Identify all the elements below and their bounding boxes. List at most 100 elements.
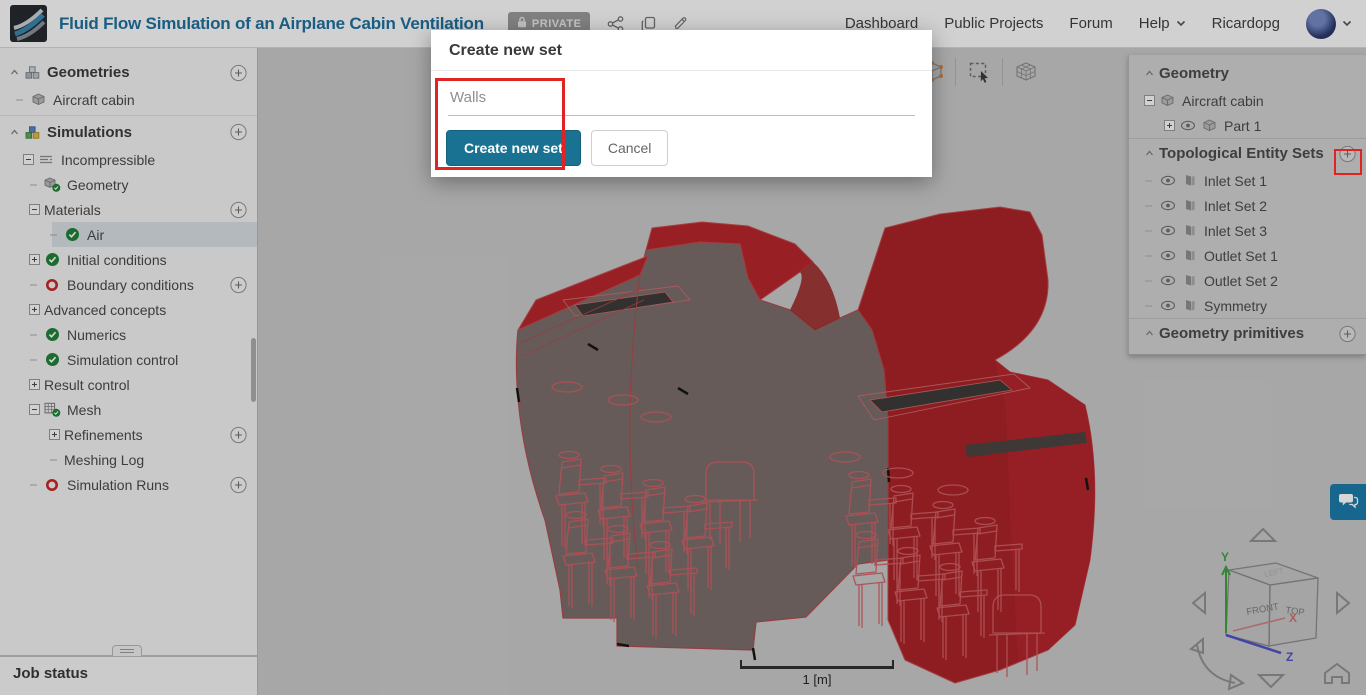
box-select-icon[interactable] — [965, 58, 993, 86]
check-icon — [42, 352, 62, 367]
chat-button[interactable] — [1330, 484, 1366, 520]
add-button[interactable] — [230, 476, 247, 493]
dash-expander — [1141, 175, 1157, 186]
panel-section-geometry: Geometry Aircraft cabin Part 1 — [1129, 59, 1366, 138]
tree-item-numerics[interactable]: Numerics — [0, 322, 257, 347]
tree-item-label: Boundary conditions — [67, 276, 194, 293]
plus-expander[interactable] — [26, 254, 42, 265]
simulation-tree-panel: Geometries Aircraft cabin Simulations Incom… — [0, 48, 258, 656]
scene-item-label: Inlet Set 3 — [1204, 222, 1268, 239]
dash-expander — [46, 454, 62, 465]
section-header-topological-entity-sets[interactable]: Topological Entity Sets — [1129, 139, 1366, 168]
eye-icon[interactable] — [1177, 120, 1199, 131]
scene-item-inlet-set-3[interactable]: Inlet Set 3 — [1129, 218, 1366, 243]
tree-item-simulations[interactable]: Simulations — [0, 115, 257, 147]
tree-item-geometries[interactable]: Geometries — [0, 58, 257, 87]
add-button[interactable] — [230, 64, 247, 81]
tree-item-boundary-conditions[interactable]: Boundary conditions — [0, 272, 257, 297]
eye-icon[interactable] — [1157, 275, 1179, 286]
layers-icon — [1179, 274, 1199, 287]
scene-item-label: Inlet Set 1 — [1204, 172, 1268, 189]
tree-scrollbar[interactable] — [251, 338, 256, 402]
toolbar-separator — [1002, 58, 1003, 86]
add-set-button[interactable] — [1339, 325, 1356, 342]
tree-item-refinements[interactable]: Refinements — [0, 422, 257, 447]
scene-item-symmetry[interactable]: Symmetry — [1129, 293, 1366, 318]
cancel-button[interactable]: Cancel — [590, 130, 669, 166]
tree-item-result-control[interactable]: Result control — [0, 372, 257, 397]
tree-item-aircraft-cabin[interactable]: Aircraft cabin — [0, 87, 257, 112]
navigation-cube[interactable]: FRONT TOP LEFT Y Z X — [1181, 525, 1366, 695]
tree-item-mesh[interactable]: Mesh — [0, 397, 257, 422]
plus-expander[interactable] — [46, 429, 62, 440]
user-menu[interactable] — [1306, 8, 1352, 39]
scene-item-aircraft-cabin[interactable]: Aircraft cabin — [1129, 88, 1366, 113]
chevron-expander[interactable] — [6, 67, 22, 78]
nav-forum[interactable]: Forum — [1069, 15, 1112, 32]
tree-item-materials[interactable]: Materials — [0, 197, 257, 222]
section-header-geometry[interactable]: Geometry — [1129, 59, 1366, 88]
tree-item-advanced-concepts[interactable]: Advanced concepts — [0, 297, 257, 322]
tree-item-air[interactable]: Air — [0, 222, 257, 247]
plus-expander[interactable] — [26, 304, 42, 315]
eye-icon[interactable] — [1157, 300, 1179, 311]
nav-public-projects[interactable]: Public Projects — [944, 15, 1043, 32]
avatar[interactable] — [1306, 8, 1336, 39]
tree-item-label: Simulations — [47, 124, 133, 141]
add-set-button[interactable] — [1339, 145, 1356, 162]
set-name-input[interactable] — [448, 85, 915, 116]
tree-item-meshing-log[interactable]: Meshing Log — [0, 447, 257, 472]
scene-item-label: Outlet Set 2 — [1204, 272, 1278, 289]
minus-expander[interactable] — [26, 204, 42, 215]
scene-item-inlet-set-2[interactable]: Inlet Set 2 — [1129, 193, 1366, 218]
rotate-left-arrow[interactable] — [1191, 590, 1206, 616]
chevron-down-icon — [1342, 20, 1352, 27]
add-button[interactable] — [230, 426, 247, 443]
tree-item-simulation-control[interactable]: Simulation control — [0, 347, 257, 372]
tree-item-incompressible[interactable]: Incompressible — [0, 147, 257, 172]
tree-item-geometry[interactable]: Geometry — [0, 172, 257, 197]
tree-item-initial-conditions[interactable]: Initial conditions — [0, 247, 257, 272]
add-button[interactable] — [230, 123, 247, 140]
minus-expander[interactable] — [20, 154, 36, 165]
panel-section-topological-entity-sets: Topological Entity Sets Inlet Set 1 Inlet … — [1129, 138, 1366, 318]
eye-icon[interactable] — [1157, 200, 1179, 211]
plus-expander[interactable] — [26, 379, 42, 390]
rotate-up-arrow[interactable] — [1248, 527, 1278, 542]
eye-icon[interactable] — [1157, 250, 1179, 261]
section-header-label: Geometry — [1159, 65, 1230, 82]
scene-item-label: Aircraft cabin — [1182, 92, 1264, 109]
rotate-right-arrow[interactable] — [1336, 590, 1351, 616]
tree-item-simulation-runs[interactable]: Simulation Runs — [0, 472, 257, 497]
chevron-up-expander[interactable] — [1141, 328, 1157, 339]
eye-icon[interactable] — [1157, 175, 1179, 186]
edit-icon[interactable] — [673, 16, 688, 31]
mesh-check-icon — [42, 402, 62, 417]
job-status-collapse-handle[interactable] — [112, 645, 142, 656]
chevron-up-expander[interactable] — [1141, 68, 1157, 79]
simscale-logo-icon[interactable] — [10, 5, 47, 42]
section-header-geometry-primitives[interactable]: Geometry primitives — [1129, 319, 1366, 348]
nav-help[interactable]: Help — [1139, 15, 1186, 32]
add-button[interactable] — [230, 201, 247, 218]
add-button[interactable] — [230, 276, 247, 293]
minus-expander[interactable] — [26, 404, 42, 415]
mesh-cube-icon[interactable] — [1012, 58, 1040, 86]
dash-expander — [1141, 250, 1157, 261]
lines-icon — [36, 154, 56, 165]
chevron-up-expander[interactable] — [1141, 148, 1157, 159]
home-view-icon[interactable] — [1324, 662, 1350, 684]
eye-icon[interactable] — [1157, 225, 1179, 236]
create-new-set-button[interactable]: Create new set — [446, 130, 581, 166]
chevron-expander[interactable] — [6, 127, 22, 138]
nav-username[interactable]: Ricardopg — [1212, 15, 1280, 32]
plus-expander[interactable] — [1161, 120, 1177, 131]
minus-expander[interactable] — [1141, 95, 1157, 106]
scene-item-outlet-set-2[interactable]: Outlet Set 2 — [1129, 268, 1366, 293]
job-status-panel[interactable]: Job status — [0, 656, 258, 695]
rotate-down-arrow[interactable] — [1256, 674, 1286, 689]
scene-item-inlet-set-1[interactable]: Inlet Set 1 — [1129, 168, 1366, 193]
dash-expander — [1141, 275, 1157, 286]
scene-item-outlet-set-1[interactable]: Outlet Set 1 — [1129, 243, 1366, 268]
scene-item-part-1[interactable]: Part 1 — [1129, 113, 1366, 138]
